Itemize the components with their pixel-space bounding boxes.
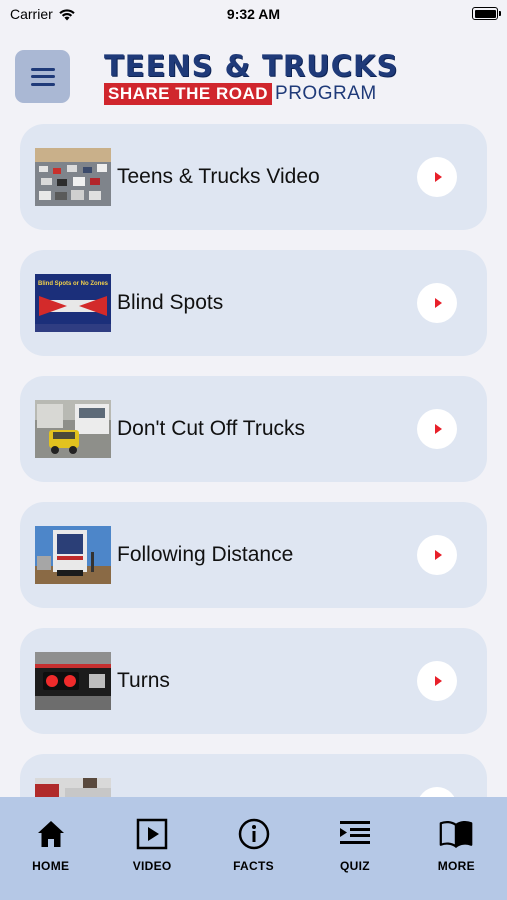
play-icon [434,676,442,686]
video-item-dont-cut-off-trucks[interactable]: Don't Cut Off Trucks [20,376,487,482]
battery-icon [472,7,501,20]
play-icon [434,172,442,182]
status-bar: Carrier 9:32 AM [0,0,507,30]
play-button[interactable] [417,409,457,449]
tab-bar: HOME VIDEO FACTS QUIZ MORE [0,797,507,900]
logo-title: TEENS & TRUCKS [104,49,399,83]
logo-tagline: SHARE THE ROAD [104,83,273,105]
play-button[interactable] [417,661,457,701]
clock: 9:32 AM [226,6,281,22]
video-item-teens-trucks[interactable]: Teens & Trucks Video [20,124,487,230]
video-item-turns[interactable]: Turns [20,628,487,734]
video-title: Teens & Trucks Video [117,165,320,188]
app-logo: TEENS & TRUCKS SHARE THE ROAD PROGRAM [104,50,404,110]
tab-home[interactable]: HOME [0,797,101,900]
thumbnail-caption: Blind Spots or No Zones [38,281,109,287]
play-button[interactable] [417,535,457,575]
video-icon [135,817,169,851]
tab-quiz-label: QUIZ [339,859,370,873]
video-item-blind-spots[interactable]: Blind Spots or No Zones Blind Spots [20,250,487,356]
play-button[interactable] [417,157,457,197]
tab-video[interactable]: VIDEO [101,797,202,900]
tab-video-label: VIDEO [132,859,172,873]
list-icon [338,817,372,851]
video-thumbnail [35,526,111,584]
video-thumbnail: Blind Spots or No Zones [35,274,111,332]
play-button[interactable] [417,283,457,323]
video-title: Don't Cut Off Trucks [117,417,306,440]
video-thumbnail [35,652,111,710]
home-icon [34,817,68,851]
video-thumbnail [35,400,111,458]
menu-button[interactable] [15,50,70,103]
video-title: Blind Spots [117,291,224,314]
play-icon [434,550,442,560]
video-title: Following Distance [117,543,294,566]
hamburger-icon [30,67,55,86]
tab-quiz[interactable]: QUIZ [304,797,405,900]
video-thumbnail [35,148,111,206]
tab-facts[interactable]: FACTS [203,797,304,900]
play-icon [434,298,442,308]
tab-more-label: MORE [437,859,475,873]
play-icon [434,424,442,434]
tab-more[interactable]: MORE [406,797,507,900]
video-list: Teens & Trucks Video Blind Spots or No Z… [20,124,487,880]
logo-program: PROGRAM [275,83,377,104]
video-item-following-distance[interactable]: Following Distance [20,502,487,608]
video-title: Turns [117,669,170,692]
info-icon [237,817,271,851]
book-icon [439,817,473,851]
tab-home-label: HOME [32,859,70,873]
tab-facts-label: FACTS [233,859,274,873]
